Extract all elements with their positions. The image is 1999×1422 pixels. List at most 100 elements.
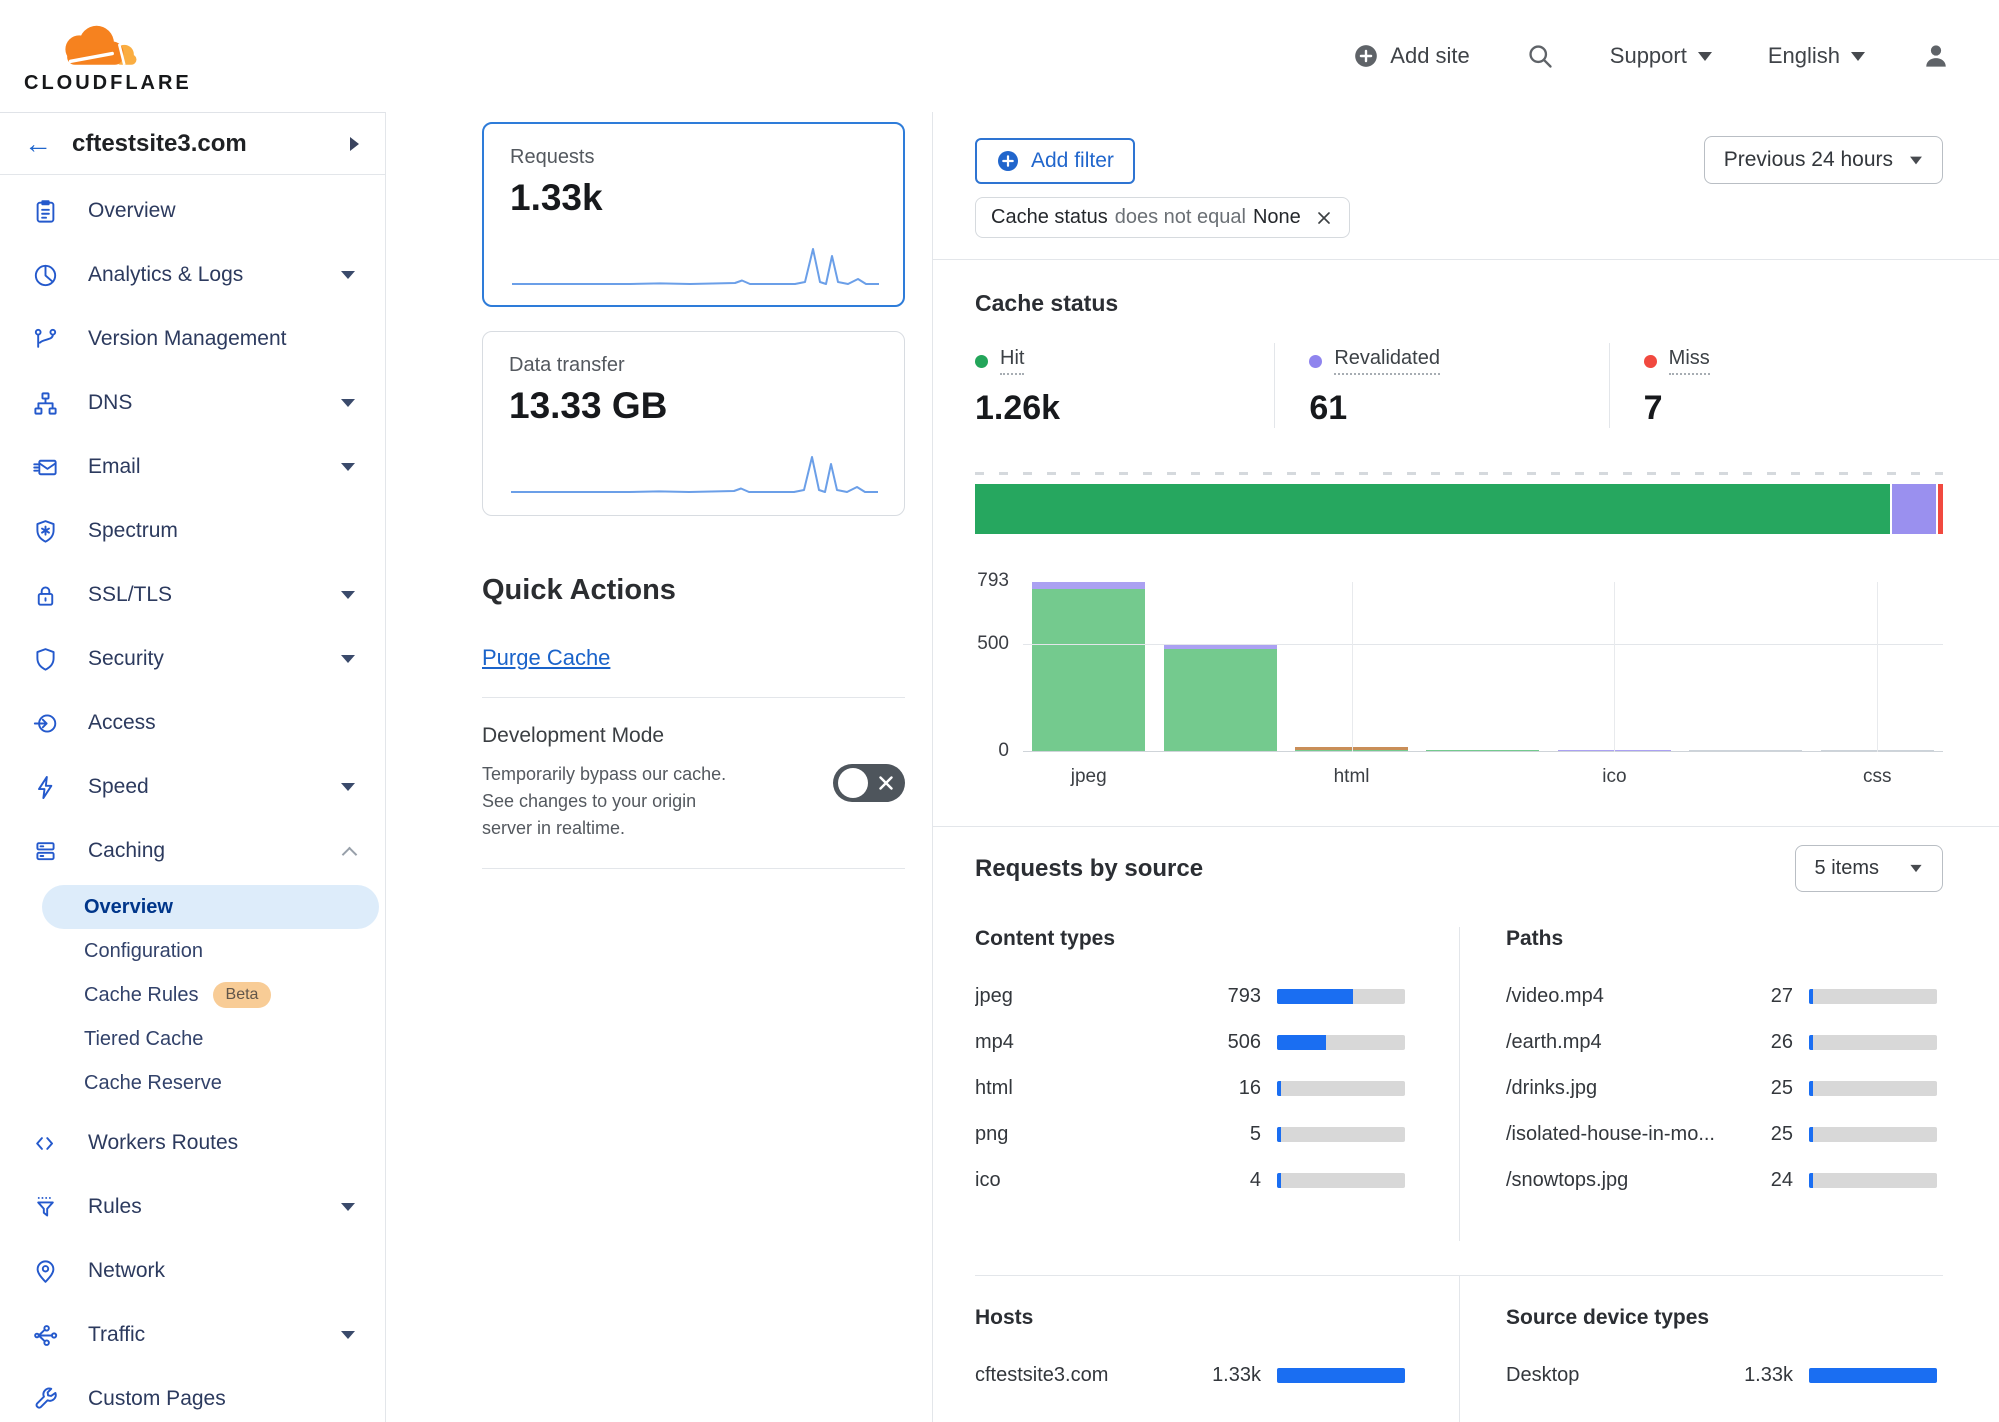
brand-text: CLOUDFLARE [24,72,192,95]
stat-bar [1809,1173,1937,1188]
bar-mp4[interactable] [1164,644,1277,752]
sidebar-item-dns[interactable]: DNS [0,371,385,435]
sidebar-item-overview[interactable]: Overview [0,179,385,243]
time-range-dropdown[interactable]: Previous 24 hours [1704,136,1943,184]
development-mode-toggle[interactable] [833,764,905,802]
cloudflare-logo[interactable]: CLOUDFLARE [24,18,192,95]
requests-card[interactable]: Requests 1.33k [482,122,905,307]
sidebar-item-workers-routes[interactable]: Workers Routes [0,1111,385,1175]
x-tick-label: html [1334,766,1370,788]
sidebar-subitem-overview[interactable]: Overview [42,885,379,929]
network-icon [32,1258,62,1284]
stat-row: html16 [975,1065,1405,1111]
language-menu[interactable]: English [1768,43,1865,69]
stat-bar-fill [1277,1127,1281,1142]
segment-revalidated [1032,582,1145,589]
data-transfer-card[interactable]: Data transfer 13.33 GB [482,331,905,516]
card-label: Requests [510,146,877,169]
x-tick-label: ico [1602,766,1626,788]
chevron-down-icon [341,463,355,471]
sidebar-item-label: Analytics & Logs [88,263,243,287]
sidebar-item-version-management[interactable]: Version Management [0,307,385,371]
cache-status-section: Cache status Hit1.26kRevalidated61Miss7 … [933,260,1999,827]
legend-label: Revalidated [1334,347,1440,375]
stat-value: 24 [1741,1169,1793,1192]
access-icon [32,710,62,736]
stat-row: Desktop1.33k [1506,1352,1937,1398]
sidebar-item-label: Access [88,711,156,735]
sidebar-item-caching[interactable]: Caching [0,819,385,883]
stat-value: 4 [1209,1169,1261,1192]
sidebar-item-access[interactable]: Access [0,691,385,755]
vertical-gridline [1877,582,1878,752]
add-filter-button[interactable]: Add filter [975,138,1135,184]
stat-label: /isolated-house-in-mo... [1506,1123,1741,1146]
sidebar-item-ssl-tls[interactable]: SSL/TLS [0,563,385,627]
cache-status-title: Cache status [975,290,1943,317]
sidebar-item-analytics-logs[interactable]: Analytics & Logs [0,243,385,307]
workers-icon [32,1130,62,1156]
sidebar-item-rules[interactable]: Rules [0,1175,385,1239]
close-icon[interactable] [1314,208,1334,228]
group-heading: Content types [975,927,1405,951]
sidebar-item-custom-pages[interactable]: Custom Pages [0,1367,385,1422]
support-menu[interactable]: Support [1610,43,1712,69]
legend-dot [1644,355,1657,368]
purge-cache-link[interactable]: Purge Cache [482,645,610,671]
sidebar-subitem-label: Cache Rules [84,984,199,1007]
chart-bars [1023,582,1943,752]
legend-item-hit: Hit1.26k [975,343,1274,428]
legend-toggle-revalidated[interactable]: Revalidated [1309,347,1608,375]
stat-row: /video.mp427 [1506,973,1937,1019]
development-mode-title: Development Mode [482,724,740,748]
chevron-down-icon [1910,156,1922,164]
chevron-right-icon[interactable] [350,137,359,151]
stat-value: 25 [1741,1077,1793,1100]
sidebar-item-security[interactable]: Security [0,627,385,691]
chevron-down-icon [341,591,355,599]
x-axis: jpeghtmlicocss [1023,752,1943,788]
sidebar-subitem-tiered-cache[interactable]: Tiered Cache [42,1017,379,1061]
filter-chip: Cache status does not equal None [975,197,1350,238]
sidebar-subitem-label: Configuration [84,940,203,963]
legend-item-revalidated: Revalidated61 [1274,343,1608,428]
add-site-button[interactable]: Add site [1353,43,1470,69]
sidebar-item-email[interactable]: Email [0,435,385,499]
chevron-down-icon [1910,865,1921,872]
sidebar-item-speed[interactable]: Speed [0,755,385,819]
chevron-down-icon [1851,52,1865,61]
user-avatar-icon[interactable] [1921,41,1951,71]
gridline-500 [1023,644,1943,645]
sidebar-subitem-cache-reserve[interactable]: Cache Reserve [42,1061,379,1105]
bar-jpeg[interactable] [1032,582,1145,752]
chevron-up-icon [342,846,358,862]
analytics-icon [32,262,62,288]
y-tick-label: 0 [998,740,1009,762]
legend-toggle-hit[interactable]: Hit [975,347,1274,375]
search-icon[interactable] [1526,42,1554,70]
group-content-types: Content typesjpeg793mp4506html16png5ico4 [975,927,1459,1241]
back-arrow-icon[interactable]: ← [24,130,52,158]
stat-row: /isolated-house-in-mo...25 [1506,1111,1937,1157]
sidebar-subitem-cache-rules[interactable]: Cache RulesBeta [42,973,379,1017]
sidebar-item-label: Speed [88,775,149,799]
sidebar-item-network[interactable]: Network [0,1239,385,1303]
sidebar-item-traffic[interactable]: Traffic [0,1303,385,1367]
stat-value: 1.33k [1741,1364,1793,1387]
chevron-down-icon [341,271,355,279]
items-count-dropdown[interactable]: 5 items [1795,845,1943,892]
time-range-label: Previous 24 hours [1724,148,1893,172]
sidebar-subitem-configuration[interactable]: Configuration [42,929,379,973]
legend-toggle-miss[interactable]: Miss [1644,347,1943,375]
stat-value: 5 [1209,1123,1261,1146]
x-tick-label: jpeg [1071,766,1107,788]
add-filter-label: Add filter [1031,149,1114,173]
chevron-down-icon [341,783,355,791]
timeline-ticks [975,472,1943,475]
top-header: CLOUDFLARE Add site Support English [0,0,1999,112]
stat-value: 1.33k [1209,1364,1261,1387]
sidebar-item-spectrum[interactable]: Spectrum [0,499,385,563]
filter-operator: does not equal [1115,206,1246,229]
ssl-icon [32,582,62,608]
legend-dot [975,355,988,368]
